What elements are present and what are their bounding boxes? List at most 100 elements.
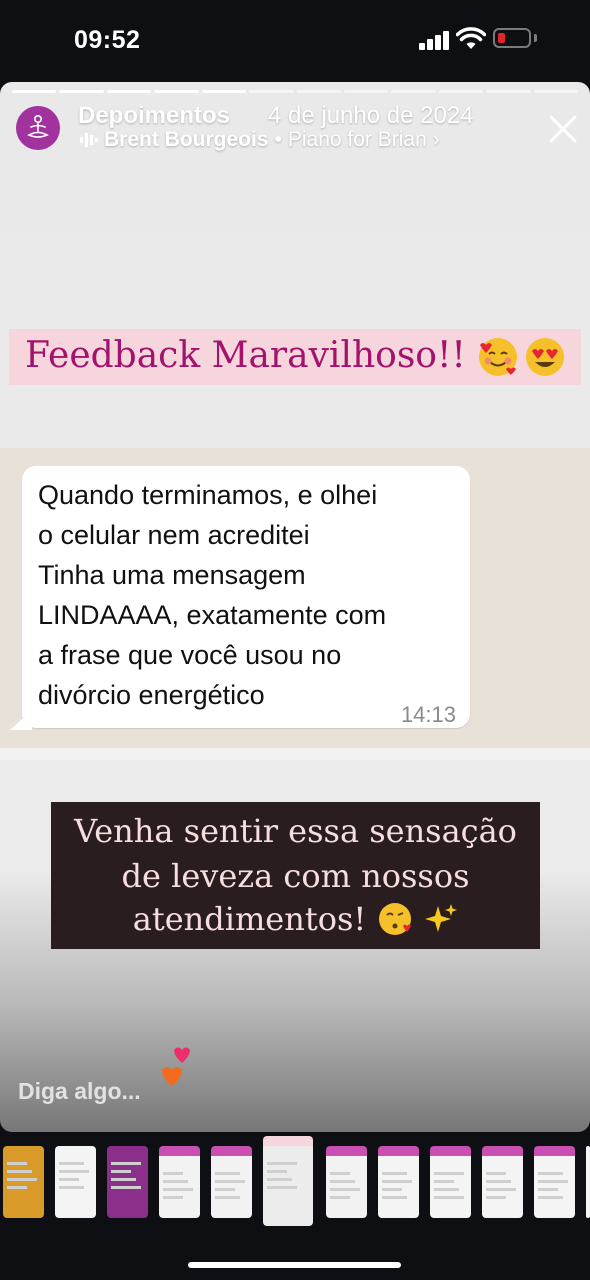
- story-progress-bar: [12, 90, 579, 94]
- thumbnail-text-line: [538, 1172, 563, 1175]
- progress-segment: [249, 90, 294, 93]
- progress-segment: [201, 90, 247, 93]
- feedback-title: Feedback Maravilhoso!!: [25, 335, 466, 376]
- thumbnail-text-line: [382, 1172, 407, 1175]
- message-bubble: Quando terminamos, e olhei o celular nem…: [22, 466, 470, 728]
- story-thumbnail[interactable]: [482, 1146, 523, 1218]
- thumbnail-text-line: [382, 1188, 402, 1191]
- thumbnail-text-line: [382, 1196, 407, 1199]
- music-separator: •: [274, 128, 282, 151]
- cta-box: Venha sentir essa sensação de leveza com…: [51, 802, 540, 949]
- status-bar: 09:52: [0, 0, 590, 80]
- story-thumbnail[interactable]: [211, 1146, 252, 1218]
- thumbnail-text-line: [215, 1172, 240, 1175]
- bubble-tail: [10, 710, 32, 730]
- message-line: divórcio energético: [38, 680, 265, 710]
- thumbnail-text-line: [215, 1196, 240, 1199]
- account-avatar[interactable]: [16, 106, 60, 150]
- progress-segment: [296, 90, 341, 93]
- reply-input[interactable]: Diga algo...: [18, 1078, 141, 1105]
- wifi-icon: [456, 27, 486, 49]
- close-icon[interactable]: [546, 112, 580, 146]
- thumbnail-text-line: [538, 1196, 563, 1199]
- message-line: o celular nem acreditei: [38, 520, 310, 550]
- thumbnail-text-line: [382, 1180, 412, 1183]
- thumbnail-text-line: [111, 1186, 141, 1189]
- music-attribution[interactable]: Brent Bourgeois • Piano for Brian ›: [80, 128, 440, 152]
- sparkles-emoji: [425, 904, 458, 932]
- story-thumbnail[interactable]: [3, 1146, 44, 1218]
- meditation-icon: [27, 114, 49, 138]
- thumbnail-text-line: [7, 1178, 37, 1181]
- cta-line: atendimentos!: [132, 900, 367, 938]
- thumbnail-text-line: [538, 1188, 558, 1191]
- thumbnail-text-line: [267, 1162, 297, 1165]
- thumbnail-text-line: [59, 1162, 84, 1165]
- thumbnail-text-line: [163, 1196, 183, 1199]
- battery-icon: [493, 28, 531, 48]
- cellular-signal-icon: [419, 30, 451, 50]
- music-artist: Brent Bourgeois: [104, 128, 269, 151]
- chevron-right-icon: ›: [432, 128, 440, 151]
- story-thumbnail[interactable]: [586, 1146, 590, 1218]
- progress-segment: [438, 90, 484, 93]
- progress-segment: [154, 90, 199, 93]
- thumbnail-text-line: [59, 1170, 89, 1173]
- thumbnail-text-line: [486, 1180, 511, 1183]
- kissing-heart-emoji: [379, 903, 412, 935]
- story-date: 4 de junho de 2024: [268, 102, 474, 129]
- thumbnail-text-line: [267, 1178, 292, 1181]
- thumbnail-text-line: [538, 1180, 568, 1183]
- thumbnail-text-line: [330, 1172, 350, 1175]
- story-thumbnail[interactable]: [430, 1146, 471, 1218]
- message-line: a frase que você usou no: [38, 640, 342, 670]
- thumbnail-text-line: [330, 1196, 350, 1199]
- cta-line: Venha sentir essa sensação: [74, 812, 517, 850]
- thumbnail-text-line: [59, 1178, 79, 1181]
- thumbnail-text-line: [486, 1196, 506, 1199]
- cta-line: de leveza com nossos: [121, 857, 470, 895]
- story-viewer[interactable]: Depoimentos 4 de junho de 2024 Brent Bou…: [0, 82, 590, 1132]
- thumbnail-text-line: [7, 1162, 27, 1165]
- thumbnail-text-line: [163, 1180, 188, 1183]
- thumbnail-text-line: [111, 1170, 131, 1173]
- story-thumbnail[interactable]: [534, 1146, 575, 1218]
- message-line: LINDAAAA, exatamente com: [38, 600, 387, 630]
- battery-cap: [534, 34, 537, 42]
- progress-segment: [59, 90, 104, 93]
- home-indicator: [188, 1262, 401, 1268]
- thumbnail-text-line: [163, 1172, 183, 1175]
- story-thumbnail[interactable]: [326, 1146, 367, 1218]
- progress-segment: [533, 90, 579, 93]
- progress-segment: [486, 90, 531, 93]
- message-line: Quando terminamos, e olhei: [38, 480, 378, 510]
- progress-segment: [391, 90, 436, 93]
- chat-input-strip: [0, 748, 590, 760]
- thumbnail-text-line: [7, 1170, 32, 1173]
- story-thumbnail[interactable]: [159, 1146, 200, 1218]
- cta-last-row: atendimentos!: [51, 900, 540, 938]
- music-bars-icon: [80, 133, 98, 147]
- thumbnail-text-line: [486, 1172, 506, 1175]
- story-thumbnail[interactable]: [107, 1146, 148, 1218]
- thumbnail-text-line: [215, 1188, 235, 1191]
- thumbnail-text-line: [434, 1196, 464, 1199]
- thumbnail-text-line: [330, 1188, 360, 1191]
- thumbnail-text-line: [434, 1172, 464, 1175]
- smiling-face-with-hearts-emoji: [479, 338, 517, 376]
- story-thumbnail-active[interactable]: [263, 1136, 313, 1226]
- thumbnail-text-line: [163, 1188, 193, 1191]
- progress-segment: [106, 90, 152, 93]
- story-thumbnail[interactable]: [378, 1146, 419, 1218]
- thumbnail-text-line: [111, 1162, 141, 1165]
- thumbnail-text-line: [267, 1170, 287, 1173]
- status-time: 09:52: [74, 26, 141, 54]
- thumbnail-text-line: [59, 1186, 84, 1189]
- account-name[interactable]: Depoimentos: [78, 102, 230, 130]
- heart-reaction-icon[interactable]: [160, 1046, 200, 1090]
- story-thumbnail[interactable]: [55, 1146, 96, 1218]
- message-time: 14:13: [400, 702, 456, 727]
- message-line: Tinha uma mensagem: [38, 560, 306, 590]
- music-song: Piano for Brian: [287, 128, 427, 151]
- progress-segment: [12, 90, 57, 93]
